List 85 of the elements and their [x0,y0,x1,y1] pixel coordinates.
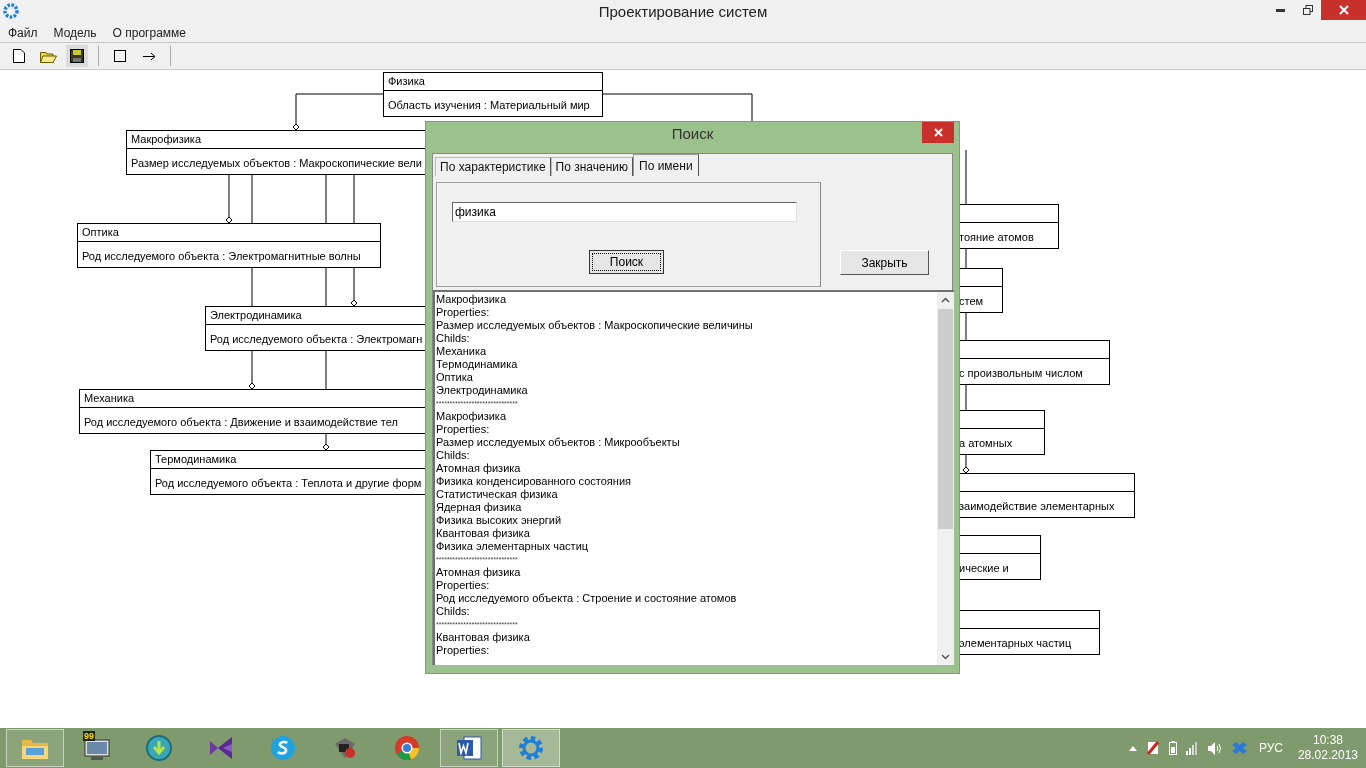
signal-icon[interactable] [1185,741,1199,755]
node-property: Род исследуемого объекта : Движение и взаимодействие тел [84,416,398,428]
result-line: Род исследуемого объекта : Строение и состояние атомов [436,592,737,605]
result-line: Properties: [436,644,490,657]
counter-badge: 99 [83,731,95,741]
caret-up-icon[interactable] [1128,745,1137,751]
page-icon [13,49,25,63]
node-property: заимодействие элементарных [959,500,1115,512]
result-line: Макрофизика [436,410,506,423]
chat-icon [269,734,297,762]
scrollbar-thumb[interactable] [938,309,953,529]
close-button[interactable] [1321,0,1366,20]
result-line: Физика конденсированного состояния [436,475,631,488]
restore-icon [1302,5,1313,15]
result-line: Физика высоких энергий [436,514,562,527]
taskbar-app[interactable]: 99 [68,729,126,767]
node-property: с произвольным числом [959,367,1083,379]
result-line: Размер исследуемых объектов : Макроскопические величины [436,319,753,332]
scroll-down-icon[interactable] [941,654,950,660]
result-line: Properties: [436,306,490,319]
result-line: Квантовая физика [436,527,530,540]
tab[interactable]: По значению [550,157,633,176]
result-line: Макрофизика [436,293,506,306]
tab[interactable]: По характеристике [435,157,551,176]
minimize-icon [1275,8,1285,12]
result-line: Атомная физика [436,566,521,579]
result-line: Механика [436,345,487,358]
result-line: Оптика [436,371,473,384]
battery-icon[interactable] [1168,741,1177,755]
result-line: Физика элементарных частиц [436,540,589,553]
node-property: тояние атомов [959,231,1034,243]
node-property: Размер исследуемых объектов : Макроскопические вели [131,157,422,169]
node-title: Оптика [82,226,119,239]
menu-item[interactable]: О программе [111,24,187,42]
result-line: Статистическая физика [436,488,558,501]
save-button[interactable] [66,45,88,67]
result-line: Атомная физика [436,462,521,475]
arrow-icon [142,51,156,61]
node-property: а атомных [959,437,1013,449]
result-line: Размер исследуемых объектов : Микрообъекты [436,436,680,449]
tab[interactable]: По имени [633,154,699,176]
menu-item[interactable]: Модель [52,24,98,42]
node-property: ические и [959,562,1009,574]
browser-icon [393,734,421,762]
result-line: Электродинамика [436,384,528,397]
scrollbar[interactable] [937,292,954,665]
rectangle-icon [114,50,126,62]
node-title: Физика [388,75,425,88]
speaker-icon[interactable] [1207,741,1223,755]
node-property: Род исследуемого объекта : Теплота и другие форм [155,477,422,489]
node-property: Род исследуемого объекта : Электромагн [210,333,423,345]
result-line: Properties: [436,423,490,436]
node-property: Область изучения : Материальный мир [388,99,590,111]
close-icon [1338,5,1349,15]
download-icon [145,734,173,762]
gear-icon [517,734,545,762]
result-line: Childs: [436,605,470,618]
menu-item[interactable]: Файл [7,24,39,42]
node-title: Механика [84,392,135,405]
node-property: элементарных частиц [959,637,1072,649]
node-title: Электродинамика [210,309,302,322]
ribbon-icon [207,734,235,762]
close-button[interactable] [922,122,954,143]
node-property: стем [959,295,984,307]
flag-icon[interactable] [1145,741,1160,755]
document-icon [454,734,484,762]
node-property: Род исследуемого объекта : Электромагнитные волны [82,250,361,262]
search-button[interactable]: Поиск [589,250,664,274]
window-title: Проектирование систем [598,1,768,22]
scroll-up-icon[interactable] [941,297,950,303]
result-line: Properties: [436,579,490,592]
taskbar-app[interactable] [502,729,560,767]
node-title: Термодинамика [155,453,237,466]
close-icon [933,128,943,137]
result-line: Термодинамика [436,358,518,371]
gear-icon [3,3,19,19]
result-line: Ядерная физика [436,501,522,514]
close-dialog-button[interactable]: Закрыть [840,250,929,275]
taskbar-app[interactable] [440,729,498,767]
result-line: Childs: [436,332,470,345]
node-title: Макрофизика [131,133,201,146]
search-field[interactable]: физика [452,202,797,222]
dialog-title: Поиск [671,123,714,144]
result-line: Childs: [436,449,470,462]
result-line: Квантовая физика [436,631,530,644]
